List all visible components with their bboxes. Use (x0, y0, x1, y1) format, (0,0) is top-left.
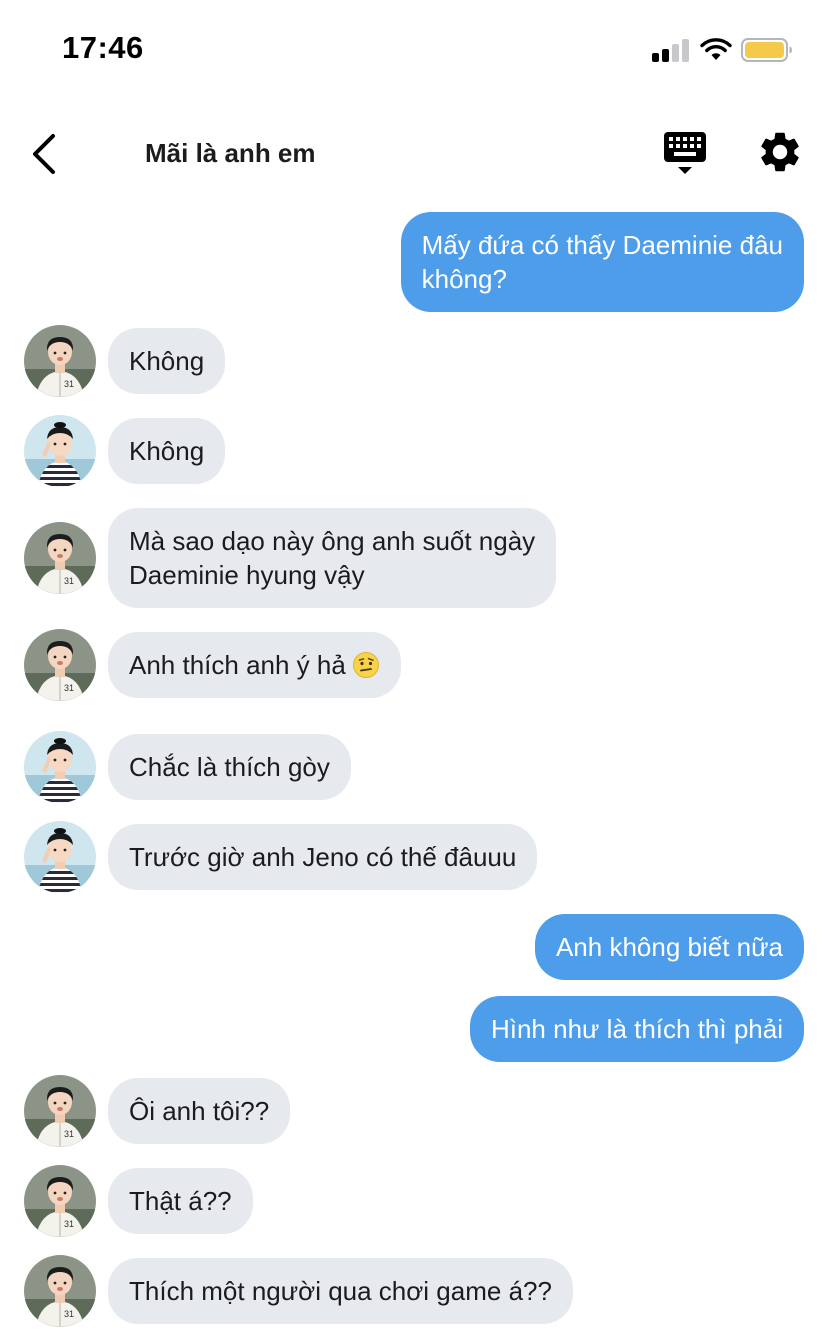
avatar-striped-shirt[interactable] (24, 731, 96, 803)
message-text: Không (129, 346, 205, 376)
message-text: Chắc là thích gòy (129, 752, 330, 782)
svg-text:31: 31 (64, 379, 74, 389)
incoming-message: Thật á?? (108, 1168, 253, 1234)
incoming-message: Chắc là thích gòy (108, 734, 351, 800)
svg-text:31: 31 (64, 683, 74, 693)
message-bubble[interactable]: Mà sao dạo này ông anh suốt ngày Daemini… (108, 508, 557, 608)
message-text: Hình như là thích thì phải (490, 1014, 783, 1044)
message-bubble[interactable]: Anh không biết nữa (534, 914, 804, 980)
avatar-white-jacket[interactable]: 31 (24, 1075, 96, 1147)
message-bubble[interactable]: Anh thích anh ý hả (108, 632, 401, 698)
message-bubble[interactable]: Thật á?? (108, 1168, 253, 1234)
gear-icon (761, 132, 799, 172)
status-bar: 17:46 (0, 0, 828, 100)
message-bubble[interactable]: Mấy đứa có thấy Daeminie đâu không? (400, 212, 804, 312)
message-bubble[interactable]: Không (108, 328, 226, 394)
incoming-message: Anh thích anh ý hả (108, 632, 401, 698)
settings-button[interactable] (756, 128, 804, 176)
avatar-white-jacket[interactable]: 31 (24, 629, 96, 701)
chat-title: Mãi là anh em (145, 138, 316, 168)
message-text: Không (129, 436, 205, 466)
incoming-message: Ôi anh tôi?? (108, 1078, 291, 1144)
message-bubble[interactable]: Không (108, 418, 226, 484)
wifi-icon (700, 38, 732, 60)
incoming-message: Mà sao dạo này ông anh suốt ngày Daemini… (108, 508, 557, 608)
message-bubble[interactable]: Thích một người qua chơi game á?? (108, 1258, 573, 1324)
incoming-message: Không (108, 418, 226, 484)
cellular-signal-icon (652, 38, 692, 62)
keyboard-icon (664, 132, 706, 174)
message-text: Trước giờ anh Jeno có thế đâuuu (129, 842, 517, 872)
message-bubble[interactable]: Hình như là thích thì phải (469, 996, 804, 1062)
message-bubble[interactable]: Trước giờ anh Jeno có thế đâuuu (108, 824, 538, 890)
message-text: Anh không biết nữa (555, 932, 783, 962)
svg-text:31: 31 (64, 1309, 74, 1319)
message-text: Ôi anh tôi?? (129, 1096, 270, 1126)
avatar-white-jacket[interactable]: 31 (24, 1255, 96, 1327)
svg-text:31: 31 (64, 576, 74, 586)
message-text: Anh thích anh ý hả (129, 650, 346, 680)
message-text: Thật á?? (129, 1186, 232, 1216)
status-time: 17:46 (62, 30, 144, 65)
avatar-striped-shirt[interactable] (24, 415, 96, 487)
raised-eyebrow-emoji-icon (346, 650, 380, 680)
incoming-message: Trước giờ anh Jeno có thế đâuuu (108, 824, 538, 890)
incoming-message: Không (108, 328, 226, 394)
message-bubble[interactable]: Chắc là thích gòy (108, 734, 351, 800)
outgoing-message: Anh không biết nữa (534, 914, 804, 980)
chat-header: Mãi là anh em (0, 110, 828, 200)
incoming-message: Thích một người qua chơi game á?? (108, 1258, 573, 1324)
battery-icon (741, 38, 792, 62)
message-text: Mấy đứa có thấy Daeminie đâu không? (421, 230, 783, 294)
outgoing-message: Hình như là thích thì phải (469, 996, 804, 1062)
chevron-left-icon (33, 134, 55, 174)
outgoing-message: Mấy đứa có thấy Daeminie đâu không? (400, 212, 804, 312)
svg-text:31: 31 (64, 1219, 74, 1229)
avatar-white-jacket[interactable]: 31 (24, 325, 96, 397)
avatar-white-jacket[interactable]: 31 (24, 1165, 96, 1237)
avatar-white-jacket[interactable]: 31 (24, 522, 96, 594)
keyboard-button[interactable] (660, 128, 710, 178)
message-text: Thích một người qua chơi game á?? (129, 1276, 552, 1306)
avatar-striped-shirt[interactable] (24, 821, 96, 893)
back-button[interactable] (22, 130, 66, 178)
message-bubble[interactable]: Ôi anh tôi?? (108, 1078, 291, 1144)
message-text: Mà sao dạo này ông anh suốt ngày Daemini… (129, 526, 536, 590)
svg-text:31: 31 (64, 1129, 74, 1139)
